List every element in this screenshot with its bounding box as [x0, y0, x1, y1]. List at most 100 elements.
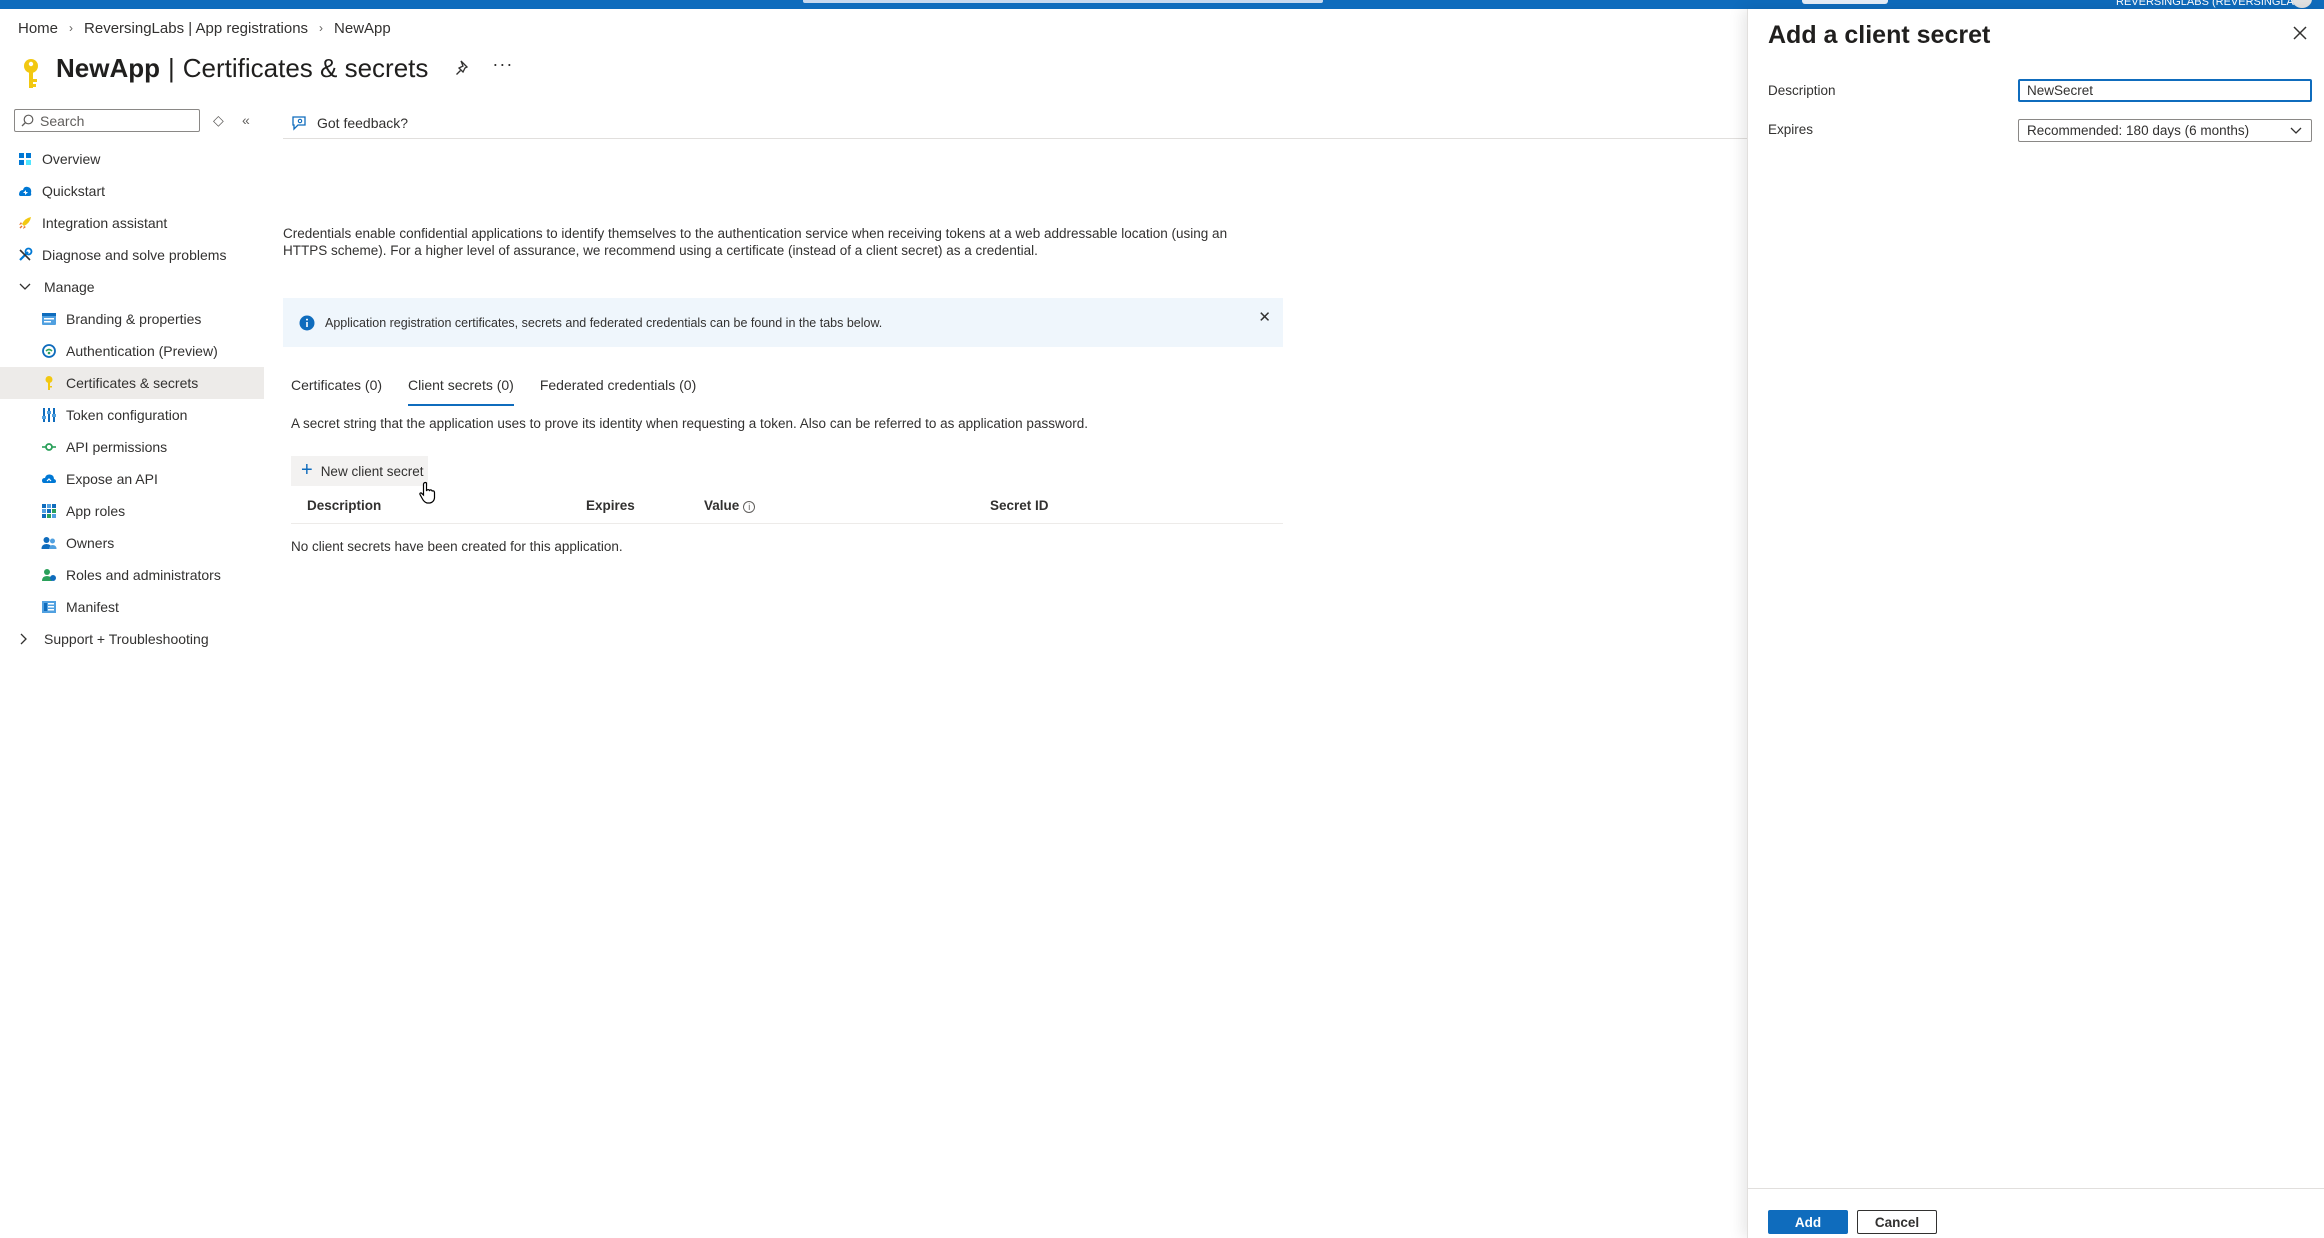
tab-client-secrets[interactable]: Client secrets (0) — [408, 375, 514, 406]
key-icon — [41, 375, 57, 391]
sidebar-item-diagnose[interactable]: Diagnose and solve problems — [0, 239, 264, 271]
close-icon[interactable] — [2290, 23, 2310, 43]
sidebar-item-manifest[interactable]: Manifest — [0, 591, 264, 623]
key-icon — [24, 59, 38, 88]
breadcrumb: Home › ReversingLabs | App registrations… — [18, 18, 391, 38]
info-icon — [299, 315, 315, 330]
global-search-box[interactable] — [803, 0, 1323, 3]
column-expires[interactable]: Expires — [586, 498, 635, 513]
sidebar-item-label: Manifest — [66, 599, 119, 615]
expand-collapse-icon[interactable]: ◇ — [213, 112, 224, 129]
add-button[interactable]: Add — [1768, 1210, 1848, 1234]
breadcrumb-app-registrations[interactable]: ReversingLabs | App registrations — [84, 20, 308, 37]
sidebar-item-label: API permissions — [66, 439, 168, 455]
chevron-right-icon — [19, 633, 33, 645]
sidebar-item-api-permissions[interactable]: API permissions — [0, 431, 264, 463]
sidebar-item-owners[interactable]: Owners — [0, 527, 264, 559]
description-field[interactable] — [2018, 79, 2312, 102]
close-icon[interactable]: ✕ — [1258, 308, 1271, 326]
breadcrumb-home[interactable]: Home — [18, 20, 58, 37]
table-empty-message: No client secrets have been created for … — [291, 539, 623, 554]
feedback-icon — [292, 116, 306, 131]
manifest-icon — [41, 599, 57, 615]
sidebar-item-label: Overview — [42, 151, 101, 167]
sidebar-item-label: Certificates & secrets — [66, 375, 199, 391]
branding-icon — [41, 311, 57, 327]
sidebar-item-label: Manage — [44, 279, 95, 295]
api-permissions-icon — [41, 439, 57, 455]
tab-federated-credentials[interactable]: Federated credentials (0) — [540, 375, 696, 403]
command-bar: Got feedback? — [283, 108, 1748, 139]
sidebar-item-label: Quickstart — [42, 183, 106, 199]
info-banner: Application registration certificates, s… — [283, 298, 1283, 347]
sidebar-item-label: Diagnose and solve problems — [42, 247, 227, 263]
collapse-sidebar-icon[interactable]: « — [242, 112, 250, 128]
sidebar-item-label: App roles — [66, 503, 126, 519]
sidebar-item-label: Owners — [66, 535, 115, 551]
sidebar-item-integration-assistant[interactable]: Integration assistant — [0, 207, 264, 239]
cloud-icon — [41, 471, 57, 487]
sidebar-item-app-roles[interactable]: App roles — [0, 495, 264, 527]
info-icon[interactable]: i — [743, 501, 756, 513]
account-name[interactable]: REVERSINGLABS (REVERSINGLAB... — [2116, 0, 2310, 8]
panel-footer: Add Cancel — [1748, 1188, 2324, 1238]
search-icon — [21, 114, 34, 127]
tab-certificates[interactable]: Certificates (0) — [291, 375, 382, 403]
sidebar-search-input[interactable]: Search — [14, 109, 200, 132]
column-description[interactable]: Description — [307, 498, 381, 513]
chevron-down-icon — [2290, 127, 2302, 134]
expires-selected-value: Recommended: 180 days (6 months) — [2027, 123, 2250, 138]
top-bar-button[interactable] — [1802, 0, 1888, 4]
authentication-icon — [41, 343, 57, 359]
feedback-button[interactable]: Got feedback? — [317, 115, 408, 131]
sidebar-item-label: Authentication (Preview) — [66, 343, 218, 359]
title-separator: | — [168, 52, 175, 83]
sidebar-group-support[interactable]: Support + Troubleshooting — [0, 623, 264, 655]
sidebar-item-label: Integration assistant — [42, 215, 168, 231]
sidebar-item-label: Branding & properties — [66, 311, 202, 327]
wrench-icon — [17, 247, 33, 263]
description-label: Description — [1768, 83, 1836, 98]
sidebar-item-label: Token configuration — [66, 407, 188, 423]
secrets-table-header: Description Expires Value i Secret ID — [291, 494, 1283, 524]
add-client-secret-panel: Add a client secret Description Expires … — [1747, 9, 2324, 1238]
sidebar-item-roles-administrators[interactable]: Roles and administrators — [0, 559, 264, 591]
sidebar-item-label: Support + Troubleshooting — [44, 631, 209, 647]
sidebar-item-label: Roles and administrators — [66, 567, 221, 583]
breadcrumb-newapp[interactable]: NewApp — [334, 20, 391, 37]
page-title: NewApp — [56, 52, 160, 83]
sidebar-item-quickstart[interactable]: Quickstart — [0, 175, 264, 207]
sidebar-search-placeholder: Search — [40, 112, 85, 129]
column-secret-id[interactable]: Secret ID — [990, 498, 1049, 513]
token-icon — [41, 407, 57, 423]
expires-label: Expires — [1768, 122, 1814, 137]
sidebar-item-expose-api[interactable]: Expose an API — [0, 463, 264, 495]
chevron-right-icon: › — [69, 21, 74, 35]
sidebar-item-authentication[interactable]: Authentication (Preview) — [0, 335, 264, 367]
cancel-button[interactable]: Cancel — [1857, 1210, 1937, 1234]
owners-icon — [41, 535, 57, 551]
plus-icon: + — [301, 458, 313, 481]
pin-icon[interactable] — [454, 59, 472, 77]
sidebar-item-overview[interactable]: Overview — [0, 143, 264, 175]
sidebar-item-token-configuration[interactable]: Token configuration — [0, 399, 264, 431]
sidebar-group-manage[interactable]: Manage — [0, 271, 264, 303]
new-client-secret-button[interactable]: + New client secret — [291, 456, 428, 486]
sidebar-item-label: Expose an API — [66, 471, 158, 487]
top-bar: REVERSINGLABS (REVERSINGLAB... — [0, 0, 2324, 9]
page-header: NewApp | Certificates & secrets ··· — [20, 46, 513, 90]
tab-description: A secret string that the application use… — [291, 416, 1088, 431]
expires-dropdown[interactable]: Recommended: 180 days (6 months) — [2018, 119, 2312, 142]
info-banner-text: Application registration certificates, s… — [325, 315, 883, 330]
sidebar-item-certificates-secrets[interactable]: Certificates & secrets — [0, 367, 264, 399]
tab-list: Certificates (0) Client secrets (0) Fede… — [291, 375, 722, 406]
new-client-secret-label: New client secret — [320, 463, 424, 479]
sidebar-item-branding[interactable]: Branding & properties — [0, 303, 264, 335]
column-value[interactable]: Value i — [704, 498, 756, 513]
intro-text: Credentials enable confidential applicat… — [283, 226, 1228, 258]
chevron-right-icon: › — [319, 21, 324, 35]
quickstart-icon — [17, 183, 33, 199]
column-value-label: Value — [704, 498, 740, 513]
roles-icon — [41, 567, 57, 583]
more-options-icon[interactable]: ··· — [492, 54, 513, 75]
